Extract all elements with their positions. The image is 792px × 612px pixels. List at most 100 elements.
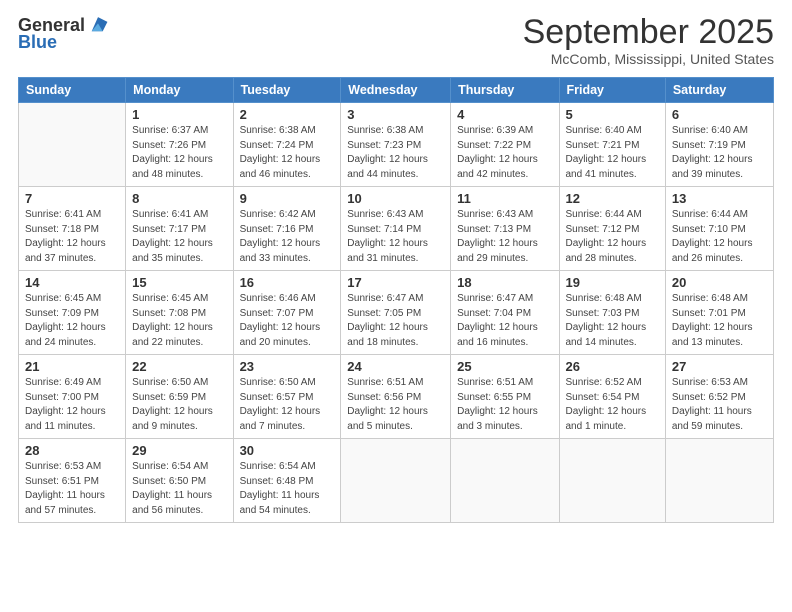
calendar-week-row: 7 Sunrise: 6:41 AM Sunset: 7:18 PM Daylig… — [19, 187, 774, 271]
day-info: Sunrise: 6:39 AM Sunset: 7:22 PM Dayligh… — [457, 124, 552, 182]
calendar-cell: 18 Sunrise: 6:47 AM Sunset: 7:04 PM Dayli… — [451, 271, 559, 355]
day-info: Sunrise: 6:54 AM Sunset: 6:48 PM Dayligh… — [240, 460, 335, 518]
calendar-cell: 26Sunrise: 6:52 AM Sunset: 6:54 PM Dayli… — [559, 355, 665, 439]
day-number: 11 — [457, 191, 552, 206]
day-info: Sunrise: 6:51 AM Sunset: 6:55 PM Dayligh… — [457, 376, 552, 434]
day-info: Sunrise: 6:45 AM Sunset: 7:08 PM Dayligh… — [132, 292, 226, 350]
day-number: 4 — [457, 107, 552, 122]
day-number: 17 — [347, 275, 444, 290]
day-of-week-header: Sunday — [19, 78, 126, 103]
day-number: 27 — [672, 359, 767, 374]
day-of-week-header: Thursday — [451, 78, 559, 103]
calendar-cell: 13Sunrise: 6:44 AM Sunset: 7:10 PM Dayli… — [665, 187, 773, 271]
logo-blue-text: Blue — [18, 32, 57, 53]
calendar-cell: 25 Sunrise: 6:51 AM Sunset: 6:55 PM Dayli… — [451, 355, 559, 439]
day-number: 2 — [240, 107, 335, 122]
day-number: 28 — [25, 443, 119, 458]
day-of-week-header: Wednesday — [341, 78, 451, 103]
calendar-cell: 5Sunrise: 6:40 AM Sunset: 7:21 PM Daylig… — [559, 103, 665, 187]
calendar-cell: 28 Sunrise: 6:53 AM Sunset: 6:51 PM Dayli… — [19, 439, 126, 523]
day-number: 29 — [132, 443, 226, 458]
day-number: 14 — [25, 275, 119, 290]
day-info: Sunrise: 6:48 AM Sunset: 7:03 PM Dayligh… — [566, 292, 659, 350]
calendar-cell: 17 Sunrise: 6:47 AM Sunset: 7:05 PM Dayli… — [341, 271, 451, 355]
calendar-cell: 3 Sunrise: 6:38 AM Sunset: 7:23 PM Daylig… — [341, 103, 451, 187]
day-number: 25 — [457, 359, 552, 374]
day-number: 7 — [25, 191, 119, 206]
calendar-cell: 16Sunrise: 6:46 AM Sunset: 7:07 PM Dayli… — [233, 271, 341, 355]
day-info: Sunrise: 6:37 AM Sunset: 7:26 PM Dayligh… — [132, 124, 226, 182]
day-info: Sunrise: 6:43 AM Sunset: 7:14 PM Dayligh… — [347, 208, 444, 266]
day-info: Sunrise: 6:51 AM Sunset: 6:56 PM Dayligh… — [347, 376, 444, 434]
day-number: 20 — [672, 275, 767, 290]
day-info: Sunrise: 6:46 AM Sunset: 7:07 PM Dayligh… — [240, 292, 335, 350]
calendar-week-row: 14 Sunrise: 6:45 AM Sunset: 7:09 PM Dayli… — [19, 271, 774, 355]
day-info: Sunrise: 6:49 AM Sunset: 7:00 PM Dayligh… — [25, 376, 119, 434]
day-number: 21 — [25, 359, 119, 374]
calendar-cell: 7 Sunrise: 6:41 AM Sunset: 7:18 PM Daylig… — [19, 187, 126, 271]
calendar-week-row: 28 Sunrise: 6:53 AM Sunset: 6:51 PM Dayli… — [19, 439, 774, 523]
calendar: SundayMondayTuesdayWednesdayThursdayFrid… — [18, 77, 774, 523]
day-info: Sunrise: 6:53 AM Sunset: 6:51 PM Dayligh… — [25, 460, 119, 518]
calendar-cell: 1 Sunrise: 6:37 AM Sunset: 7:26 PM Daylig… — [126, 103, 233, 187]
calendar-cell: 23Sunrise: 6:50 AM Sunset: 6:57 PM Dayli… — [233, 355, 341, 439]
day-info: Sunrise: 6:47 AM Sunset: 7:05 PM Dayligh… — [347, 292, 444, 350]
day-info: Sunrise: 6:53 AM Sunset: 6:52 PM Dayligh… — [672, 376, 767, 434]
day-info: Sunrise: 6:50 AM Sunset: 6:57 PM Dayligh… — [240, 376, 335, 434]
day-info: Sunrise: 6:50 AM Sunset: 6:59 PM Dayligh… — [132, 376, 226, 434]
calendar-cell: 6 Sunrise: 6:40 AM Sunset: 7:19 PM Daylig… — [665, 103, 773, 187]
calendar-cell — [451, 439, 559, 523]
month-title: September 2025 — [523, 14, 774, 51]
calendar-cell: 24 Sunrise: 6:51 AM Sunset: 6:56 PM Dayli… — [341, 355, 451, 439]
logo: General Blue — [18, 14, 109, 53]
day-number: 18 — [457, 275, 552, 290]
day-number: 12 — [566, 191, 659, 206]
calendar-cell: 15 Sunrise: 6:45 AM Sunset: 7:08 PM Dayli… — [126, 271, 233, 355]
day-number: 6 — [672, 107, 767, 122]
calendar-cell: 20Sunrise: 6:48 AM Sunset: 7:01 PM Dayli… — [665, 271, 773, 355]
calendar-cell: 14 Sunrise: 6:45 AM Sunset: 7:09 PM Dayli… — [19, 271, 126, 355]
day-number: 3 — [347, 107, 444, 122]
logo-icon — [87, 14, 109, 36]
calendar-week-row: 1 Sunrise: 6:37 AM Sunset: 7:26 PM Daylig… — [19, 103, 774, 187]
day-of-week-header: Friday — [559, 78, 665, 103]
day-of-week-header: Monday — [126, 78, 233, 103]
calendar-cell: 30 Sunrise: 6:54 AM Sunset: 6:48 PM Dayli… — [233, 439, 341, 523]
day-info: Sunrise: 6:38 AM Sunset: 7:23 PM Dayligh… — [347, 124, 444, 182]
day-info: Sunrise: 6:54 AM Sunset: 6:50 PM Dayligh… — [132, 460, 226, 518]
day-info: Sunrise: 6:52 AM Sunset: 6:54 PM Dayligh… — [566, 376, 659, 434]
page: General Blue September 2025 McComb, Miss… — [0, 0, 792, 612]
day-info: Sunrise: 6:40 AM Sunset: 7:21 PM Dayligh… — [566, 124, 659, 182]
day-info: Sunrise: 6:43 AM Sunset: 7:13 PM Dayligh… — [457, 208, 552, 266]
day-number: 13 — [672, 191, 767, 206]
calendar-week-row: 21 Sunrise: 6:49 AM Sunset: 7:00 PM Dayli… — [19, 355, 774, 439]
calendar-cell: 19 Sunrise: 6:48 AM Sunset: 7:03 PM Dayli… — [559, 271, 665, 355]
day-number: 1 — [132, 107, 226, 122]
day-number: 19 — [566, 275, 659, 290]
calendar-cell — [665, 439, 773, 523]
calendar-header-row: SundayMondayTuesdayWednesdayThursdayFrid… — [19, 78, 774, 103]
calendar-cell — [559, 439, 665, 523]
day-number: 22 — [132, 359, 226, 374]
day-info: Sunrise: 6:45 AM Sunset: 7:09 PM Dayligh… — [25, 292, 119, 350]
day-info: Sunrise: 6:47 AM Sunset: 7:04 PM Dayligh… — [457, 292, 552, 350]
calendar-cell: 21 Sunrise: 6:49 AM Sunset: 7:00 PM Dayli… — [19, 355, 126, 439]
calendar-cell: 2Sunrise: 6:38 AM Sunset: 7:24 PM Daylig… — [233, 103, 341, 187]
day-info: Sunrise: 6:41 AM Sunset: 7:18 PM Dayligh… — [25, 208, 119, 266]
day-info: Sunrise: 6:40 AM Sunset: 7:19 PM Dayligh… — [672, 124, 767, 182]
day-info: Sunrise: 6:42 AM Sunset: 7:16 PM Dayligh… — [240, 208, 335, 266]
day-number: 24 — [347, 359, 444, 374]
calendar-cell: 9Sunrise: 6:42 AM Sunset: 7:16 PM Daylig… — [233, 187, 341, 271]
day-number: 30 — [240, 443, 335, 458]
day-of-week-header: Saturday — [665, 78, 773, 103]
calendar-cell: 12Sunrise: 6:44 AM Sunset: 7:12 PM Dayli… — [559, 187, 665, 271]
calendar-cell: 8Sunrise: 6:41 AM Sunset: 7:17 PM Daylig… — [126, 187, 233, 271]
calendar-cell: 10Sunrise: 6:43 AM Sunset: 7:14 PM Dayli… — [341, 187, 451, 271]
location: McComb, Mississippi, United States — [523, 51, 774, 67]
day-number: 15 — [132, 275, 226, 290]
title-block: September 2025 McComb, Mississippi, Unit… — [523, 14, 774, 67]
calendar-cell — [19, 103, 126, 187]
calendar-cell: 22 Sunrise: 6:50 AM Sunset: 6:59 PM Dayli… — [126, 355, 233, 439]
calendar-cell: 27 Sunrise: 6:53 AM Sunset: 6:52 PM Dayli… — [665, 355, 773, 439]
day-info: Sunrise: 6:41 AM Sunset: 7:17 PM Dayligh… — [132, 208, 226, 266]
